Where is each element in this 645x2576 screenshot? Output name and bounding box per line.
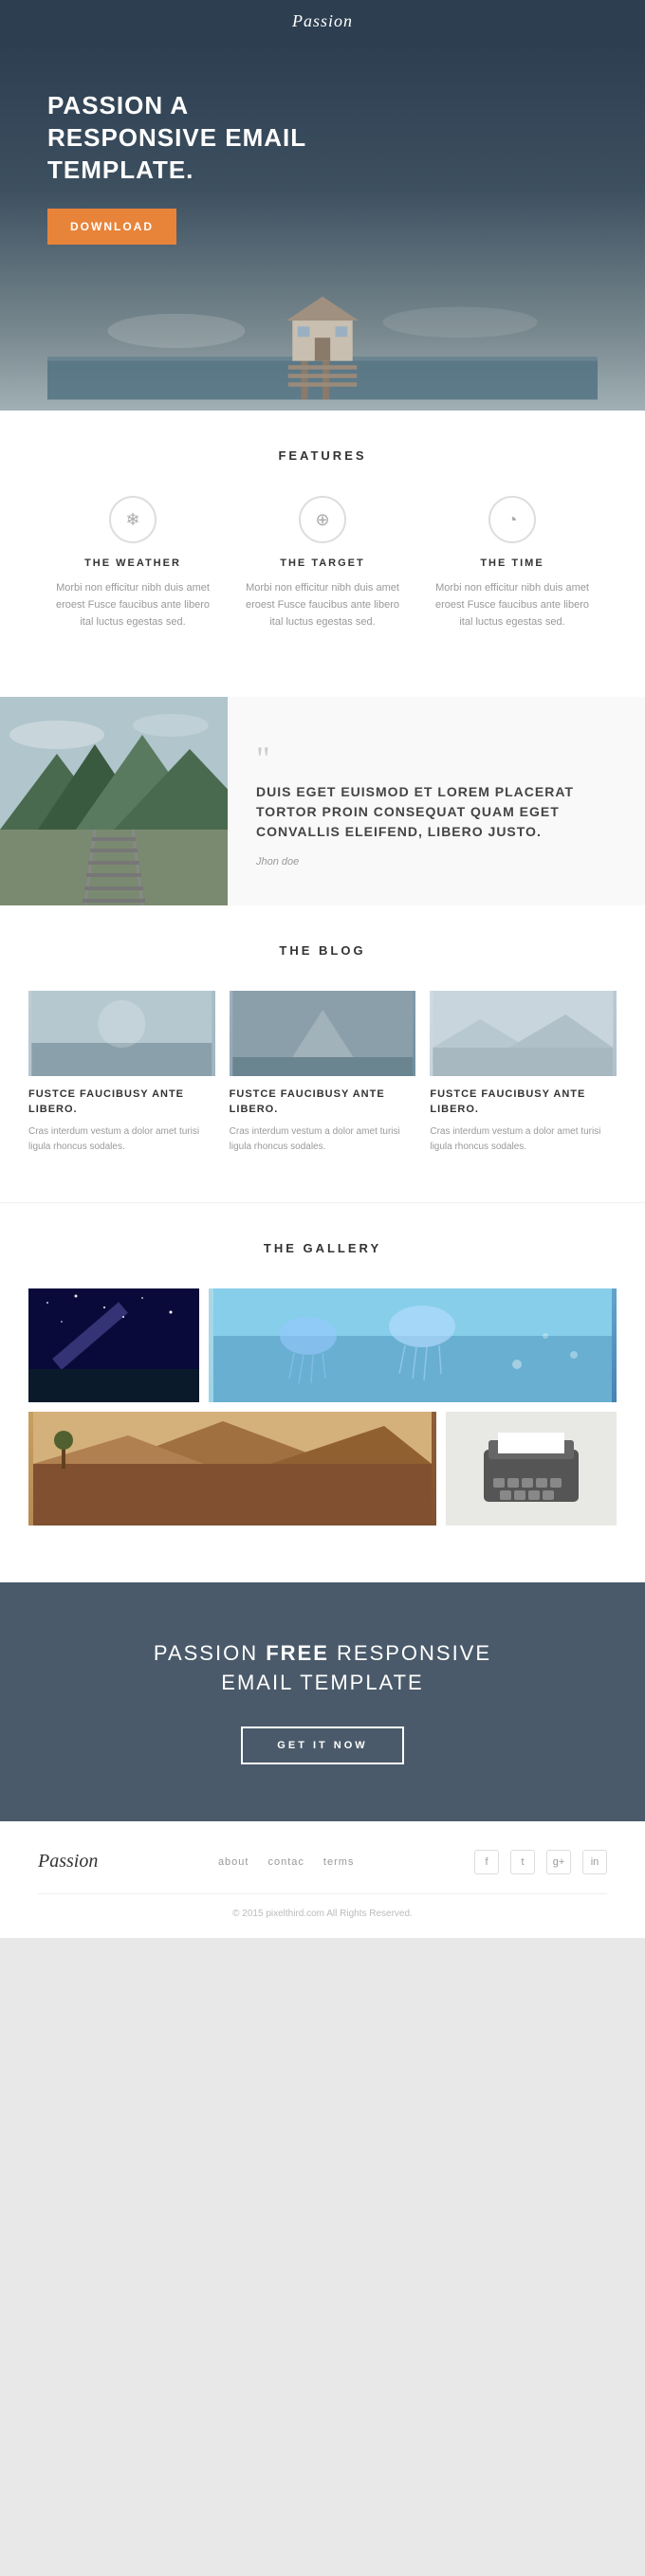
gallery-section: THE GALLERY [0, 1202, 645, 1582]
site-footer: Passion about contac terms f t g+ in © 2… [0, 1821, 645, 1938]
features-title: FEATURES [38, 448, 607, 463]
blog-section: THE BLOG FUSTCE FAUCIBUSY ANTE LIBERO. C… [0, 905, 645, 1202]
feature-time-desc: Morbi non efficitur nibh duis amet eroes… [432, 580, 593, 630]
footer-top: Passion about contac terms f t g+ in [38, 1850, 607, 1894]
site-header: Passion [0, 0, 645, 43]
blog-item-3: FUSTCE FAUCIBUSY ANTE LIBERO. Cras inter… [430, 991, 617, 1155]
blog-item-1: FUSTCE FAUCIBUSY ANTE LIBERO. Cras inter… [28, 991, 215, 1155]
feature-time: ◔ THE TIME Morbi non efficitur nibh duis… [417, 496, 607, 630]
cta-title-bold: FREE [266, 1641, 329, 1665]
gallery-typewriter [446, 1412, 617, 1526]
cta-title-part1: PASSION [154, 1641, 266, 1665]
quote-mark: " [256, 745, 617, 773]
blog-title: THE BLOG [28, 943, 617, 958]
gallery-title: THE GALLERY [28, 1241, 617, 1255]
header-logo: Passion [292, 11, 353, 30]
footer-copyright: © 2015 pixelthird.com All Rights Reserve… [38, 1909, 607, 1919]
feature-weather: ❄ THE WEATHER Morbi non efficitur nibh d… [38, 496, 228, 630]
cta-title: PASSION FREE RESPONSIVEEMAIL TEMPLATE [38, 1639, 607, 1698]
blog-thumb-3 [430, 991, 617, 1076]
target-icon: ⊕ [299, 496, 346, 543]
social-gplus[interactable]: g+ [546, 1850, 571, 1874]
quote-content: " DUIS EGET EUISMOD ET LOREM PLACERAT TO… [228, 697, 645, 905]
blog-thumb-1 [28, 991, 215, 1076]
features-grid: ❄ THE WEATHER Morbi non efficitur nibh d… [38, 496, 607, 630]
gallery-desert [28, 1412, 436, 1526]
footer-nav-terms[interactable]: terms [323, 1856, 355, 1868]
download-button[interactable]: DOWNLOAD [47, 209, 176, 245]
gallery-grid [28, 1288, 617, 1526]
weather-icon: ❄ [109, 496, 157, 543]
blog-title-1: FUSTCE FAUCIBUSY ANTE LIBERO. [28, 1087, 215, 1117]
footer-nav: about contac terms [218, 1856, 354, 1868]
hero-scene [47, 273, 598, 406]
blog-thumb-2 [230, 991, 416, 1076]
blog-grid: FUSTCE FAUCIBUSY ANTE LIBERO. Cras inter… [28, 991, 617, 1155]
feature-time-name: THE TIME [432, 557, 593, 569]
features-section: FEATURES ❄ THE WEATHER Morbi non efficit… [0, 411, 645, 697]
hero-section: PASSION A RESPONSIVE EMAIL TEMPLATE. DOW… [0, 43, 645, 411]
footer-logo: Passion [38, 1851, 98, 1873]
gallery-row-2 [28, 1412, 617, 1526]
social-linkedin[interactable]: in [582, 1850, 607, 1874]
footer-nav-about[interactable]: about [218, 1856, 249, 1868]
feature-weather-desc: Morbi non efficitur nibh duis amet eroes… [52, 580, 213, 630]
social-facebook[interactable]: f [474, 1850, 499, 1874]
feature-target-name: THE TARGET [242, 557, 403, 569]
blog-title-2: FUSTCE FAUCIBUSY ANTE LIBERO. [230, 1087, 416, 1117]
cta-section: PASSION FREE RESPONSIVEEMAIL TEMPLATE GE… [0, 1582, 645, 1821]
quote-author: Jhon doe [256, 856, 617, 868]
quote-text: DUIS EGET EUISMOD ET LOREM PLACERAT TORT… [256, 782, 617, 842]
footer-nav-contact[interactable]: contac [267, 1856, 304, 1868]
cta-button[interactable]: GET IT NOW [241, 1726, 403, 1764]
quote-image [0, 697, 228, 905]
blog-desc-1: Cras interdum vestum a dolor amet turisi… [28, 1124, 215, 1155]
blog-item-2: FUSTCE FAUCIBUSY ANTE LIBERO. Cras inter… [230, 991, 416, 1155]
footer-social: f t g+ in [474, 1850, 607, 1874]
social-twitter[interactable]: t [510, 1850, 535, 1874]
blog-desc-2: Cras interdum vestum a dolor amet turisi… [230, 1124, 416, 1155]
hero-title: PASSION A RESPONSIVE EMAIL TEMPLATE. [47, 90, 313, 186]
blog-desc-3: Cras interdum vestum a dolor amet turisi… [430, 1124, 617, 1155]
feature-weather-name: THE WEATHER [52, 557, 213, 569]
time-icon: ◔ [488, 496, 536, 543]
quote-section: " DUIS EGET EUISMOD ET LOREM PLACERAT TO… [0, 697, 645, 905]
feature-target-desc: Morbi non efficitur nibh duis amet eroes… [242, 580, 403, 630]
gallery-row-1 [28, 1288, 617, 1402]
gallery-stars [28, 1288, 199, 1402]
blog-title-3: FUSTCE FAUCIBUSY ANTE LIBERO. [430, 1087, 617, 1117]
feature-target: ⊕ THE TARGET Morbi non efficitur nibh du… [228, 496, 417, 630]
gallery-jellyfish [209, 1288, 617, 1402]
